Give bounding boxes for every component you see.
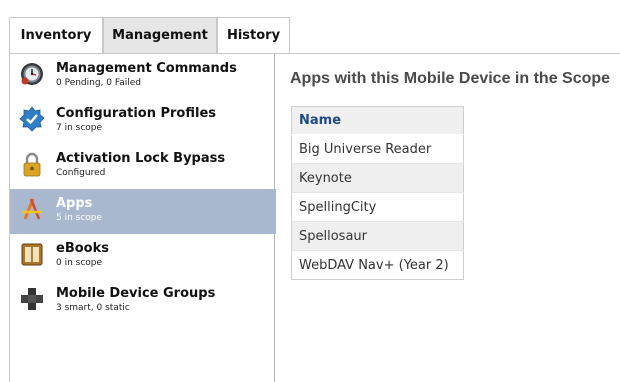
sidebar-item-subtitle: 5 in scope xyxy=(56,213,103,223)
page-title: Apps with this Mobile Device in the Scop… xyxy=(290,70,611,87)
sidebar-item-title: eBooks xyxy=(56,241,109,256)
table-row[interactable]: SpellingCity xyxy=(291,192,464,222)
sidebar-item-subtitle: 3 smart, 0 static xyxy=(56,303,130,313)
sidebar-item-subtitle: 0 Pending, 0 Failed xyxy=(56,78,141,88)
padlock-icon xyxy=(19,151,45,177)
table-cell-name: Keynote xyxy=(291,163,464,193)
table-row[interactable]: Spellosaur xyxy=(291,221,464,251)
table-cell-name: SpellingCity xyxy=(291,192,464,222)
clock-gear-icon xyxy=(19,61,45,87)
apps-table: Name Big Universe Reader Keynote Spellin… xyxy=(291,106,464,280)
sidebar: Management Commands 0 Pending, 0 Failed … xyxy=(9,54,276,382)
sidebar-item-management-commands[interactable]: Management Commands 0 Pending, 0 Failed xyxy=(10,54,276,99)
sidebar-item-apps[interactable]: Apps 5 in scope xyxy=(10,189,276,234)
sidebar-item-title: Configuration Profiles xyxy=(56,106,217,121)
sidebar-item-title: Activation Lock Bypass xyxy=(56,151,226,166)
sidebar-item-title: Management Commands xyxy=(56,61,237,76)
tab-inventory[interactable]: Inventory xyxy=(9,17,103,53)
group-puzzle-icon xyxy=(19,286,45,312)
sidebar-item-subtitle: Configured xyxy=(56,168,106,178)
sidebar-item-title: Apps xyxy=(56,196,93,211)
sidebar-item-ebooks[interactable]: eBooks 0 in scope xyxy=(10,234,276,279)
tab-history[interactable]: History xyxy=(217,17,290,53)
sidebar-item-configuration-profiles[interactable]: Configuration Profiles 7 in scope xyxy=(10,99,276,144)
book-icon xyxy=(19,241,45,267)
app-frame: Inventory Management History Management … xyxy=(9,17,620,382)
table-row[interactable]: Keynote xyxy=(291,163,464,193)
table-cell-name: Spellosaur xyxy=(291,221,464,251)
main-panel: Apps with this Mobile Device in the Scop… xyxy=(276,54,620,382)
sidebar-item-activation-lock-bypass[interactable]: Activation Lock Bypass Configured xyxy=(10,144,276,189)
sidebar-item-title: Mobile Device Groups xyxy=(56,286,216,301)
table-cell-name: WebDAV Nav+ (Year 2) xyxy=(291,250,464,280)
table-cell-name: Big Universe Reader xyxy=(291,134,464,164)
sidebar-item-mobile-device-groups[interactable]: Mobile Device Groups 3 smart, 0 static xyxy=(10,279,276,324)
tab-management[interactable]: Management xyxy=(103,17,217,53)
app-store-icon xyxy=(19,196,45,222)
table-row[interactable]: WebDAV Nav+ (Year 2) xyxy=(291,250,464,280)
table-row[interactable]: Big Universe Reader xyxy=(291,134,464,164)
sidebar-item-subtitle: 0 in scope xyxy=(56,258,103,268)
tab-bar: Inventory Management History xyxy=(9,17,620,54)
sidebar-item-subtitle: 7 in scope xyxy=(56,123,103,133)
badge-check-icon xyxy=(19,106,45,132)
column-header-name[interactable]: Name xyxy=(291,106,464,135)
